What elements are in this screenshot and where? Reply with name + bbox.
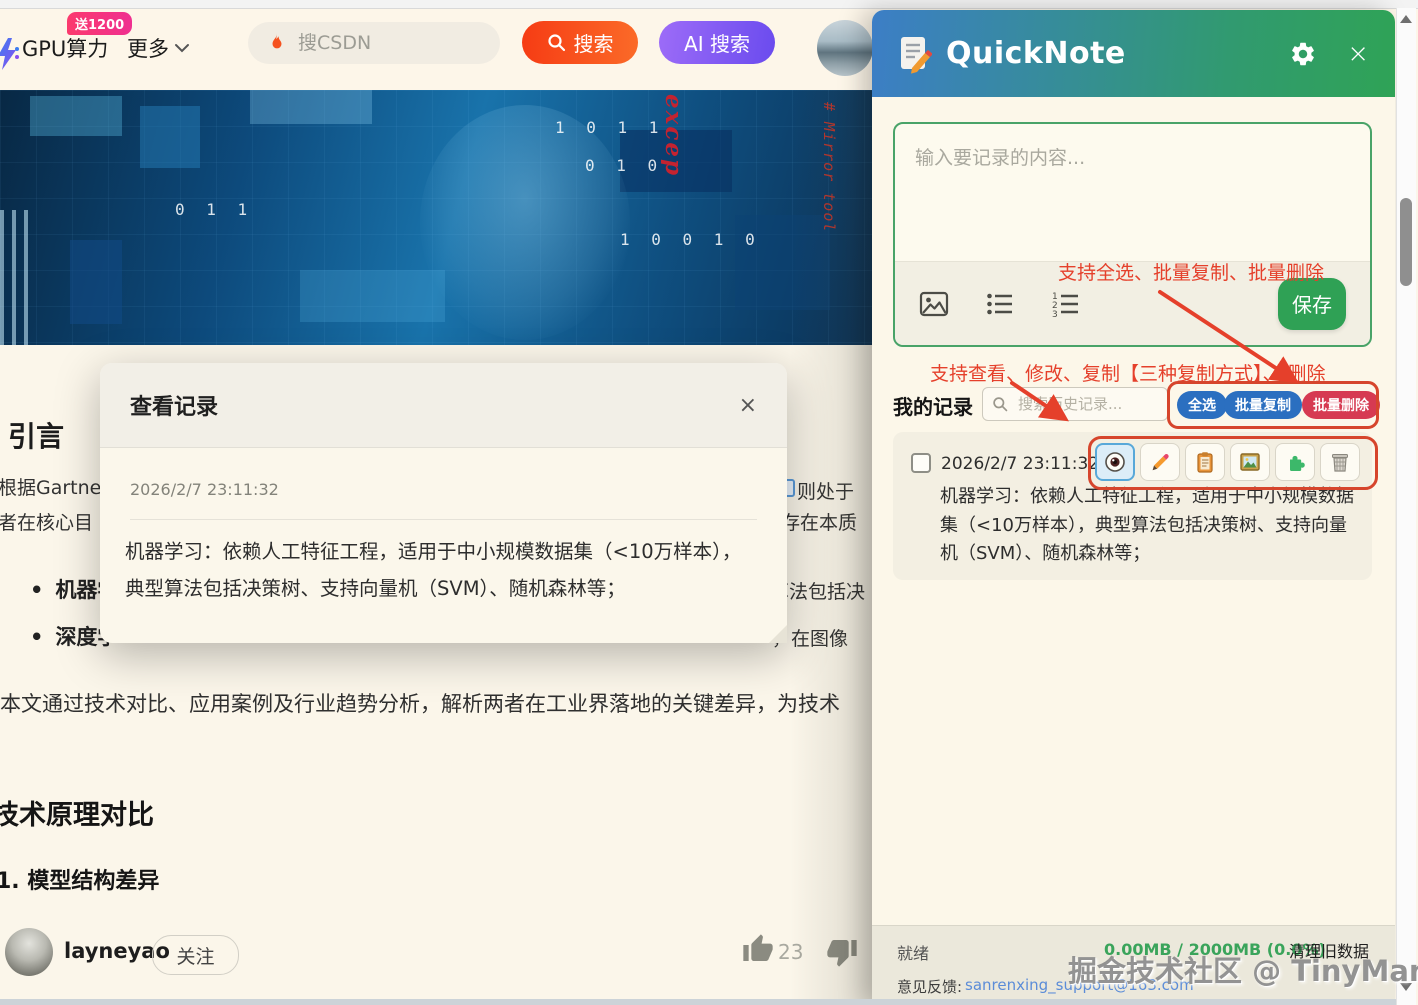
banner-binary-text: 0 1 0 <box>585 156 663 175</box>
banner-red-code-text: excep <box>660 94 687 177</box>
nav-more[interactable]: 更多 <box>127 33 169 63</box>
flame-icon <box>268 32 286 54</box>
record-timestamp: 2026/2/7 23:11:32 <box>941 454 1099 474</box>
insert-image-icon[interactable] <box>919 289 949 319</box>
watermark-text: 掘金技术社区 @ TinyManta <box>1068 948 1418 990</box>
modal-header: 查看记录 × <box>100 363 787 448</box>
csdn-logo-icon[interactable] <box>0 36 20 72</box>
note-editor-placeholder: 输入要记录的内容... <box>915 143 1085 170</box>
article-text-line: 者在核心目 <box>0 508 93 535</box>
status-ready: 就绪 <box>897 940 929 964</box>
banner-binary-text: 1 0 1 1 <box>555 118 664 137</box>
my-records-title: 我的记录 <box>893 391 973 420</box>
user-avatar[interactable] <box>817 20 873 76</box>
thumbs-up-icon[interactable] <box>742 933 774 965</box>
gpu-promo-badge: 送1200 <box>67 12 132 35</box>
numbered-list-icon[interactable]: 1 2 3 <box>1051 289 1081 319</box>
ai-search-label: AI 搜索 <box>684 28 750 57</box>
browser-bottom-edge <box>0 999 1396 1005</box>
record-content[interactable]: 机器学习：依赖人工特征工程，适用于中小规模数据集（<10万样本），典型算法包括决… <box>940 483 1362 569</box>
quicknote-logo-icon <box>898 34 932 74</box>
banner-face-artwork <box>420 105 630 340</box>
modal-timestamp: 2026/2/7 23:11:32 <box>130 480 279 499</box>
topbar-search-box[interactable] <box>248 22 500 64</box>
view-record-modal: 查看记录 × 2026/2/7 23:11:32 机器学习：依赖人工特征工程，适… <box>100 363 787 643</box>
banner-barcode <box>0 210 34 345</box>
search-icon <box>547 33 567 53</box>
article-text-line: 根据Gartne <box>0 473 101 500</box>
article-paragraph: 本文通过技术对比、应用案例及行业趋势分析，解析两者在工业界落地的关键差异，为技术 <box>0 688 872 718</box>
quicknote-header: QuickNote × <box>872 10 1395 97</box>
modal-close-icon[interactable]: × <box>739 393 757 418</box>
search-input[interactable] <box>296 31 470 55</box>
panel-drop-shadow <box>790 90 872 1005</box>
bullet-list-icon[interactable] <box>985 289 1015 319</box>
browser-top-edge <box>0 0 1418 9</box>
annotation-arrow-to-record-actions <box>1004 376 1088 432</box>
chevron-down-icon <box>174 42 190 54</box>
scrollbar-up-arrow[interactable] <box>1400 15 1412 23</box>
author-avatar[interactable] <box>5 928 53 976</box>
annotation-arrow-to-batch-buttons <box>1150 282 1310 394</box>
record-checkbox[interactable] <box>911 453 931 473</box>
follow-button[interactable]: 关注 <box>152 935 239 975</box>
compare-heading: 技术原理对比 <box>0 793 154 832</box>
browser-scrollbar[interactable] <box>1396 8 1416 1005</box>
annotation-box-record-actions <box>1088 436 1378 490</box>
model-structure-subheading: 1. 模型结构差异 <box>0 863 159 895</box>
modal-divider <box>130 519 757 520</box>
article-banner-image: 1 0 1 1 0 1 0 1 0 0 1 0 0 1 1 excep # Mi… <box>0 90 872 345</box>
panel-close-icon[interactable]: × <box>1347 39 1369 69</box>
nav-gpu-power[interactable]: GPU算力 <box>22 33 108 63</box>
modal-corner-fold <box>769 625 787 643</box>
feedback-label: 意见反馈: <box>897 976 962 997</box>
banner-binary-text: 1 0 0 1 0 <box>620 230 761 249</box>
search-button[interactable]: 搜索 <box>522 21 638 64</box>
intro-heading: 引言 <box>8 415 64 455</box>
quicknote-panel: QuickNote × 输入要记录的内容... 1 2 3 <box>872 10 1395 1005</box>
settings-gear-icon[interactable] <box>1289 40 1317 68</box>
search-button-label: 搜索 <box>574 28 614 57</box>
modal-record-content: 机器学习：依赖人工特征工程，适用于中小规模数据集（<10万样本），典型算法包括决… <box>125 533 757 607</box>
banner-binary-text: 0 1 1 <box>175 200 253 219</box>
scrollbar-thumb[interactable] <box>1400 198 1412 286</box>
svg-text:3: 3 <box>1052 310 1058 319</box>
annotation-batch-features: 支持全选、批量复制、批量删除 <box>1058 258 1324 285</box>
ai-search-button[interactable]: AI 搜索 <box>659 21 775 64</box>
quicknote-title: QuickNote <box>946 36 1126 71</box>
modal-title: 查看记录 <box>130 389 218 421</box>
